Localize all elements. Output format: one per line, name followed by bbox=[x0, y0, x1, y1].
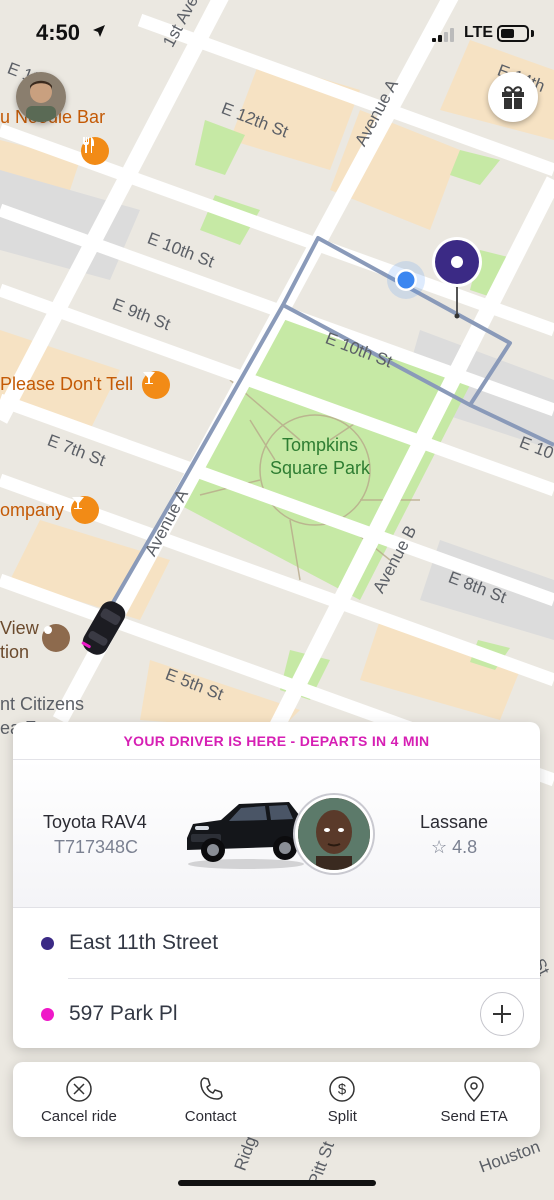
battery-level bbox=[501, 29, 514, 38]
action-label: Contact bbox=[184, 1108, 237, 1125]
attraction-icon[interactable] bbox=[42, 624, 70, 652]
driver-info[interactable]: Toyota RAV4 T717348C Lassane ☆ 4.8 bbox=[13, 760, 540, 908]
location-pin-icon bbox=[462, 1074, 486, 1104]
battery-icon bbox=[497, 25, 529, 42]
ride-status-banner: YOUR DRIVER IS HERE - DEPARTS IN 4 MIN bbox=[13, 722, 540, 760]
action-label: Split bbox=[327, 1108, 357, 1125]
restaurant-icon[interactable] bbox=[81, 137, 109, 165]
vehicle-model: Toyota RAV4 bbox=[43, 812, 147, 832]
bar-icon[interactable] bbox=[71, 496, 99, 524]
dropoff-dot-icon bbox=[41, 1008, 54, 1021]
vehicle-plate: T717348C bbox=[54, 837, 139, 857]
poi-label[interactable]: ompany bbox=[0, 500, 64, 521]
park-label: Tompkins Square Park bbox=[269, 435, 371, 478]
gift-icon bbox=[502, 86, 524, 109]
send-eta-button[interactable]: Send ETA bbox=[408, 1062, 540, 1137]
dropoff-address: 597 Park Pl bbox=[69, 1001, 178, 1025]
ride-status-card: YOUR DRIVER IS HERE - DEPARTS IN 4 MIN T… bbox=[13, 722, 540, 1048]
svg-text:$: $ bbox=[338, 1081, 347, 1098]
driver-photo[interactable] bbox=[295, 795, 373, 873]
network-type: LTE bbox=[464, 24, 494, 41]
vehicle-image bbox=[187, 802, 305, 869]
add-stop-button[interactable] bbox=[480, 992, 524, 1036]
profile-avatar-button[interactable] bbox=[16, 72, 66, 122]
status-time: 4:50 bbox=[36, 20, 81, 45]
driver-name: Lassane bbox=[420, 812, 489, 832]
current-location-marker bbox=[386, 260, 426, 300]
pickup-dot-icon bbox=[41, 937, 54, 950]
action-label: Cancel ride bbox=[40, 1108, 117, 1125]
bar-icon[interactable] bbox=[142, 371, 170, 399]
pickup-pin-icon[interactable] bbox=[431, 236, 483, 320]
dollar-icon: $ bbox=[328, 1074, 356, 1104]
ride-actions-bar: Cancel ride Contact $ Split Send ETA bbox=[13, 1062, 540, 1137]
location-arrow-icon bbox=[93, 25, 105, 37]
signal-icon bbox=[432, 28, 454, 42]
poi-label[interactable]: Please Don't Tell bbox=[0, 374, 133, 395]
split-button[interactable]: $ Split bbox=[277, 1062, 409, 1137]
home-indicator[interactable] bbox=[178, 1180, 376, 1186]
phone-icon bbox=[197, 1074, 225, 1104]
contact-button[interactable]: Contact bbox=[145, 1062, 277, 1137]
avatar bbox=[16, 72, 66, 122]
plus-icon bbox=[493, 1005, 511, 1023]
action-label: Send ETA bbox=[440, 1108, 508, 1125]
status-bar: 4:50 LTE bbox=[0, 0, 554, 64]
battery-tip bbox=[531, 30, 534, 37]
gift-button[interactable] bbox=[488, 72, 538, 122]
poi-label[interactable]: View tion bbox=[0, 616, 39, 664]
dropoff-stop[interactable]: 597 Park Pl bbox=[41, 978, 540, 1048]
pickup-stop[interactable]: East 11th Street bbox=[13, 908, 540, 978]
driver-car-icon bbox=[74, 596, 134, 660]
cancel-ride-button[interactable]: Cancel ride bbox=[13, 1062, 145, 1137]
pickup-address: East 11th Street bbox=[69, 931, 219, 954]
cancel-icon bbox=[65, 1074, 93, 1104]
driver-rating: ☆ 4.8 bbox=[431, 837, 478, 857]
